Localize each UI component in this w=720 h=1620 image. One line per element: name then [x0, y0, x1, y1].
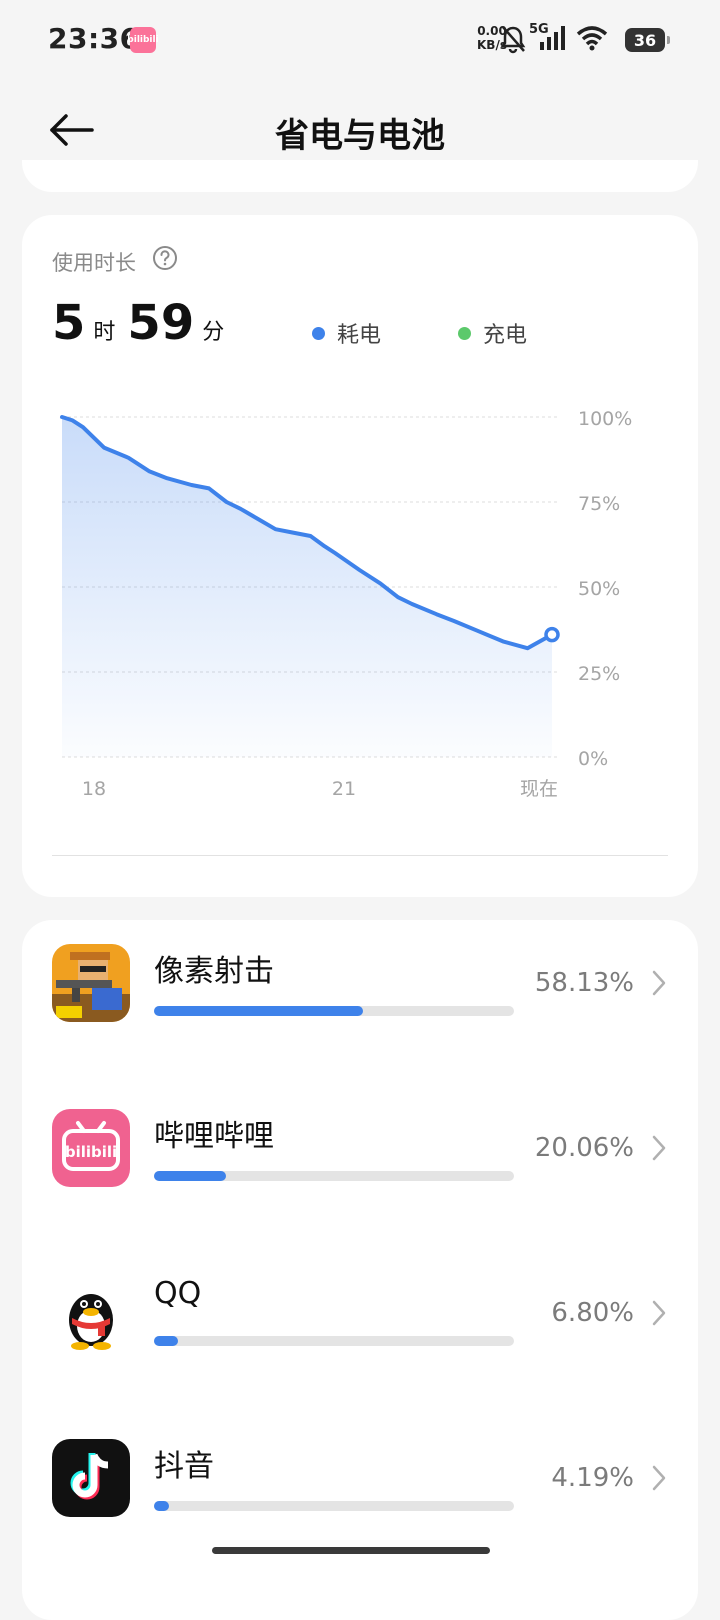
app-name: QQ	[154, 1276, 202, 1311]
app-percent: 6.80%	[551, 1298, 634, 1328]
svg-text:bilibili: bilibili	[65, 1143, 117, 1161]
y-tick-label: 25%	[578, 663, 620, 685]
y-tick-label: 100%	[578, 408, 632, 430]
legend-discharge-label: 耗电	[337, 323, 382, 348]
mute-bell-icon	[500, 26, 526, 54]
divider	[52, 855, 668, 856]
y-tick-label: 75%	[578, 493, 620, 515]
chevron-right-icon	[652, 970, 666, 996]
legend-charge-label: 充电	[483, 323, 528, 348]
app-name: 像素射击	[154, 954, 274, 989]
page-title: 省电与电池	[275, 116, 445, 156]
usage-minutes: 59	[127, 295, 195, 351]
chevron-right-icon	[652, 1300, 666, 1326]
usage-label: 使用时长	[52, 251, 136, 275]
help-icon[interactable]	[152, 245, 178, 271]
usage-bar-track	[154, 1501, 514, 1511]
app-usage-list: 像素射击 58.13% bilibili 哔哩哔哩 20.06% QQ 6.80% 抖音 4.1…	[22, 920, 698, 1620]
battery-level: 36	[633, 30, 657, 50]
y-tick-label: 50%	[578, 578, 620, 600]
home-indicator[interactable]	[212, 1547, 490, 1554]
app-percent: 4.19%	[551, 1463, 634, 1493]
app-percent: 58.13%	[534, 968, 634, 998]
usage-minutes-unit: 分	[202, 320, 225, 345]
app-row[interactable]: 抖音 4.19%	[22, 1439, 698, 1539]
usage-bar-fill	[154, 1006, 364, 1016]
chevron-right-icon	[652, 1465, 666, 1491]
x-tick-label: 18	[82, 778, 106, 800]
pixel-shooter-app-icon	[52, 944, 130, 1022]
status-bar: 23:36 bilibili 0.00 KB/s 5G 36	[0, 0, 720, 80]
usage-bar-track	[154, 1171, 514, 1181]
header: 省电与电池	[0, 90, 720, 170]
y-tick-label: 0%	[578, 748, 608, 770]
app-row[interactable]: 像素射击 58.13%	[22, 944, 698, 1044]
usage-hours: 5	[52, 295, 86, 351]
usage-bar-fill	[154, 1336, 179, 1346]
wifi-icon	[576, 26, 608, 51]
x-tick-label: 现在	[520, 778, 558, 800]
current-level-marker	[544, 626, 560, 643]
usage-bar-fill	[154, 1171, 227, 1181]
status-time: 23:36	[48, 22, 140, 55]
battery-icon: 36	[625, 28, 670, 52]
app-row[interactable]: QQ 6.80%	[22, 1274, 698, 1374]
qq-app-icon	[52, 1274, 130, 1352]
douyin-app-icon	[52, 1439, 130, 1517]
bilibili-badge-icon: bilibili	[127, 27, 159, 53]
signal-icon	[540, 26, 565, 50]
app-name: 哔哩哔哩	[154, 1119, 274, 1154]
previous-card-edge	[22, 160, 698, 192]
bilibili-app-icon: bilibili	[52, 1109, 130, 1187]
usage-card: 使用时长 5 时 59 分 耗电 充电 100% 75% 50% 25% 0% 18 21 现…	[22, 215, 698, 897]
legend-discharge-dot	[312, 326, 325, 340]
app-name: 抖音	[154, 1449, 214, 1484]
app-percent: 20.06%	[534, 1133, 634, 1163]
usage-bar-track	[154, 1336, 514, 1346]
legend-charge: 充电	[458, 317, 527, 349]
x-tick-label: 21	[332, 778, 356, 800]
legend-charge-dot	[458, 326, 471, 340]
legend-discharge: 耗电	[312, 317, 381, 349]
app-row[interactable]: bilibili 哔哩哔哩 20.06%	[22, 1109, 698, 1209]
usage-hours-unit: 时	[93, 320, 116, 345]
usage-bar-track	[154, 1006, 514, 1016]
usage-duration: 5 时 59 分	[52, 295, 236, 355]
chevron-right-icon	[652, 1135, 666, 1161]
battery-chart: 100% 75% 50% 25% 0% 18 21 现在	[60, 408, 632, 800]
usage-bar-fill	[154, 1501, 170, 1511]
